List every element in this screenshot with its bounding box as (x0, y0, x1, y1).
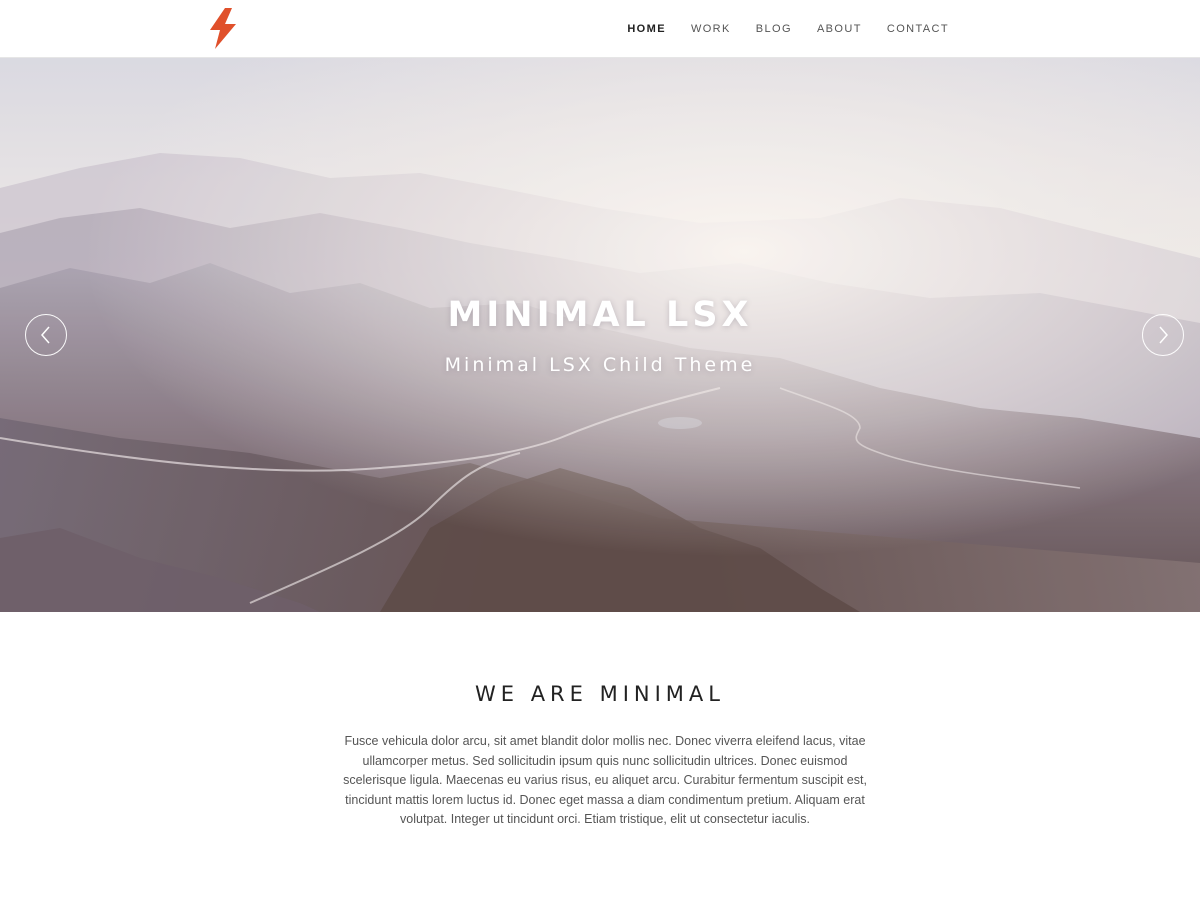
hero-background-image (0, 58, 1200, 612)
hero-title: MINIMAL LSX (447, 295, 753, 335)
chevron-left-icon (41, 326, 50, 344)
intro-body-text: Fusce vehicula dolor arcu, sit amet blan… (343, 734, 867, 826)
nav-item-blog[interactable]: BLOG (756, 23, 792, 35)
slider-prev-button[interactable] (25, 314, 67, 356)
hero-subtitle: Minimal LSX Child Theme (444, 354, 756, 376)
main-nav: HOME WORK BLOG ABOUT CONTACT (602, 0, 949, 57)
hero-slider: MINIMAL LSX Minimal LSX Child Theme (0, 58, 1200, 612)
nav-item-work[interactable]: WORK (691, 23, 731, 35)
intro-section: WE ARE MINIMAL Fusce vehicula dolor arcu… (0, 612, 1200, 900)
chevron-right-icon (1159, 326, 1168, 344)
nav-item-home[interactable]: HOME (627, 23, 666, 35)
slider-next-button[interactable] (1142, 314, 1184, 356)
nav-item-about[interactable]: ABOUT (817, 23, 862, 35)
site-header: HOME WORK BLOG ABOUT CONTACT (0, 0, 1200, 58)
intro-heading: WE ARE MINIMAL (474, 682, 725, 706)
lightning-bolt-icon[interactable] (206, 6, 240, 50)
nav-item-contact[interactable]: CONTACT (887, 23, 949, 35)
